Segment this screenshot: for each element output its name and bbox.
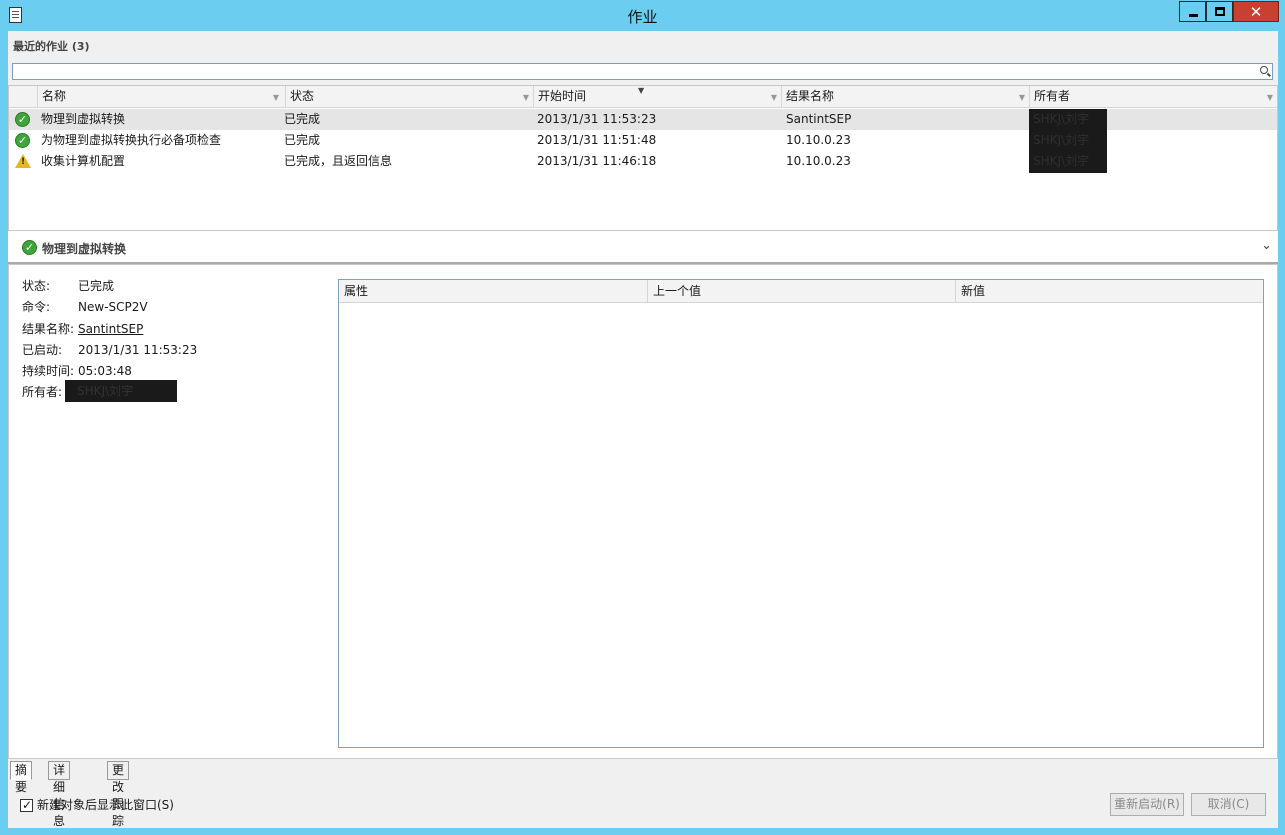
- chevron-down-icon[interactable]: ⌄: [1261, 238, 1272, 253]
- success-icon: ✓: [15, 133, 30, 148]
- restart-button[interactable]: 重新启动(R): [1110, 793, 1184, 816]
- search-icon[interactable]: [1260, 66, 1268, 74]
- column-header-new-value[interactable]: 新值: [955, 280, 1263, 303]
- checkbox-label: 新建对象后显示此窗口(S): [37, 798, 174, 812]
- field-started: 已启动: 2013/1/31 11:53:23: [22, 343, 198, 357]
- job-result-name: SantintSEP: [786, 112, 852, 126]
- cancel-button[interactable]: 取消(C): [1191, 793, 1266, 816]
- maximize-icon: [1215, 7, 1225, 16]
- property-table-header: 属性 上一个值 新值: [339, 280, 1263, 303]
- sort-descending-icon: ▼: [638, 86, 645, 95]
- jobs-pane: 最近的作业 (3) 名称 ▼ 状态 ▼ ▼ 开始时间 ▼ 结果名称 ▼ 所有者 ▼ ✓ 物理…: [8, 31, 1278, 828]
- field-duration: 持续时间: 05:03:48: [22, 364, 132, 378]
- column-header-start-time[interactable]: ▼ 开始时间 ▼: [533, 86, 781, 107]
- field-status: 状态: 已完成: [22, 279, 115, 293]
- tab-details[interactable]: 详细信息: [48, 761, 71, 828]
- column-header-status[interactable]: 状态 ▼: [285, 86, 533, 107]
- detail-panel: 状态: 已完成 命令: New-SCP2V 结果名称: SantintSEP 已启动:…: [8, 264, 1278, 759]
- grid-header: 名称 ▼ 状态 ▼ ▼ 开始时间 ▼ 结果名称 ▼ 所有者 ▼: [9, 86, 1277, 108]
- search-input[interactable]: [12, 63, 1273, 80]
- show-window-checkbox[interactable]: [20, 797, 33, 813]
- filter-dropdown-icon[interactable]: ▼: [771, 87, 777, 108]
- filter-dropdown-icon[interactable]: ▼: [1267, 87, 1273, 108]
- job-status: 已完成，且返回信息: [284, 154, 393, 168]
- job-start-time: 2013/1/31 11:51:48: [537, 133, 657, 147]
- job-status: 已完成: [284, 133, 321, 147]
- warning-icon: !: [15, 154, 31, 168]
- title-bar: 作业 ✕: [0, 0, 1285, 31]
- minimize-button[interactable]: [1179, 1, 1206, 22]
- window-title: 作业: [627, 8, 658, 26]
- job-status: 已完成: [284, 112, 321, 126]
- column-header-result-name[interactable]: 结果名称 ▼: [781, 86, 1029, 107]
- jobs-grid: 名称 ▼ 状态 ▼ ▼ 开始时间 ▼ 结果名称 ▼ 所有者 ▼ ✓ 物理到虚拟转换 已完成 …: [8, 85, 1278, 231]
- minimize-icon: [1189, 14, 1198, 17]
- close-icon: ✕: [1249, 3, 1263, 21]
- tab-summary[interactable]: 摘要: [10, 761, 33, 794]
- filter-dropdown-icon[interactable]: ▼: [273, 87, 279, 108]
- show-window-checkbox-row[interactable]: 新建对象后显示此窗口(S): [20, 797, 174, 813]
- filter-dropdown-icon[interactable]: ▼: [523, 87, 529, 108]
- column-header-name[interactable]: 名称 ▼: [37, 86, 283, 107]
- success-icon: ✓: [22, 240, 37, 255]
- field-result-name: 结果名称: SantintSEP: [22, 322, 144, 336]
- field-command: 命令: New-SCP2V: [22, 300, 148, 314]
- column-header-previous-value[interactable]: 上一个值: [647, 280, 955, 303]
- filter-dropdown-icon[interactable]: ▼: [1019, 87, 1025, 108]
- job-start-time: 2013/1/31 11:46:18: [537, 154, 657, 168]
- detail-header[interactable]: ✓ 物理到虚拟转换 ⌄: [8, 231, 1278, 264]
- section-title: 最近的作业 (3): [13, 40, 90, 53]
- job-name: 为物理到虚拟转换执行必备项检查: [41, 133, 222, 147]
- job-name: 收集计算机配置: [41, 154, 126, 168]
- job-start-time: 2013/1/31 11:53:23: [537, 112, 657, 126]
- success-icon: ✓: [15, 112, 30, 127]
- tab-change-tracking[interactable]: 更改跟踪: [107, 761, 130, 828]
- job-result-name: 10.10.0.23: [786, 133, 851, 147]
- property-changes-table: 属性 上一个值 新值: [338, 279, 1264, 748]
- column-header-property[interactable]: 属性: [339, 280, 647, 303]
- job-result-name: 10.10.0.23: [786, 154, 851, 168]
- close-button[interactable]: ✕: [1233, 1, 1279, 22]
- maximize-button[interactable]: [1206, 1, 1233, 22]
- owner-redacted: SHKJ\刘宇 SHKJ\刘宇 SHKJ\刘宇: [1029, 109, 1107, 173]
- detail-title: 物理到虚拟转换: [42, 242, 127, 256]
- job-name: 物理到虚拟转换: [41, 112, 126, 126]
- result-name-link[interactable]: SantintSEP: [78, 322, 143, 336]
- owner-redacted: SHKJ\刘宇: [65, 380, 177, 402]
- column-header-owner[interactable]: 所有者 ▼: [1029, 86, 1277, 107]
